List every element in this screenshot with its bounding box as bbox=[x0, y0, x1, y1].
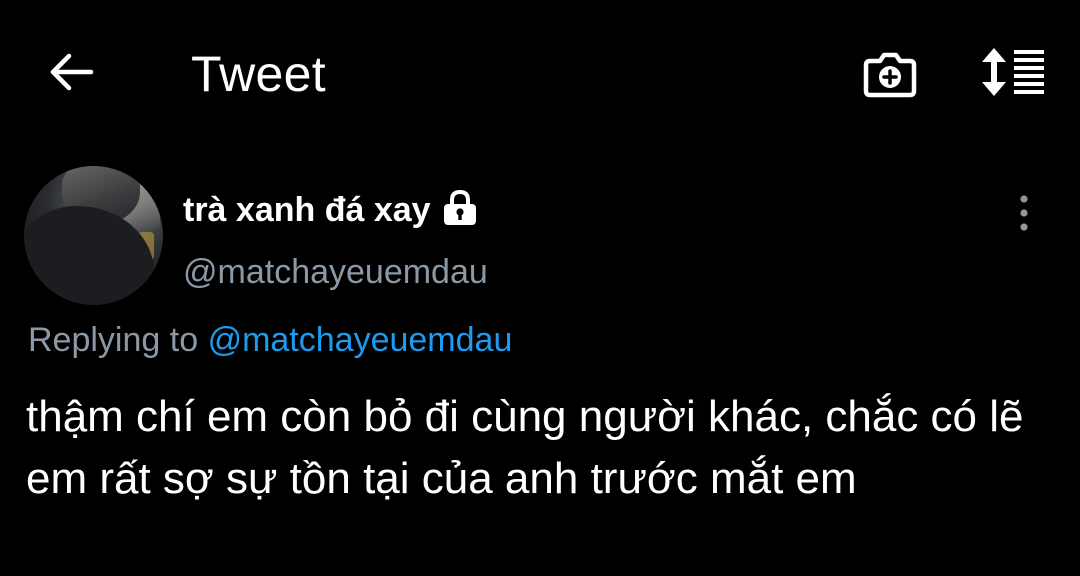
back-button[interactable] bbox=[46, 50, 98, 98]
replying-to: Replying to @matchayeuemdau bbox=[28, 318, 512, 362]
avatar[interactable] bbox=[24, 166, 163, 305]
page-title: Tweet bbox=[191, 46, 326, 102]
lock-icon bbox=[437, 188, 483, 228]
tweet-text: thậm chí em còn bỏ đi cùng người khác, c… bbox=[26, 392, 1024, 503]
author-handle[interactable]: @matchayeuemdau bbox=[183, 250, 488, 294]
sort-lines-icon bbox=[980, 44, 1050, 105]
arrow-left-icon bbox=[49, 52, 95, 97]
camera-plus-icon bbox=[862, 47, 918, 106]
more-options-button[interactable] bbox=[1004, 190, 1044, 240]
display-name-text: trà xanh đá xay bbox=[183, 191, 431, 229]
reply-mention-link[interactable]: @matchayeuemdau bbox=[208, 321, 513, 359]
replying-to-label: Replying to bbox=[28, 321, 199, 359]
sort-button[interactable] bbox=[978, 44, 1052, 104]
author-display-name[interactable]: trà xanh đá xay bbox=[183, 188, 483, 232]
camera-button[interactable] bbox=[858, 46, 922, 106]
top-app-bar: Tweet bbox=[0, 0, 1080, 150]
more-vertical-icon bbox=[1018, 193, 1030, 238]
